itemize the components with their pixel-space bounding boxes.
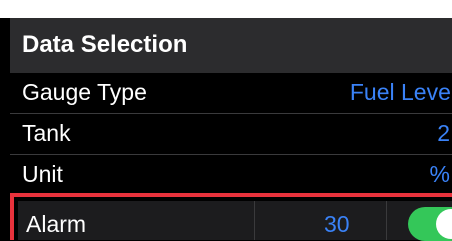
alarm-value-field[interactable]: 30 bbox=[324, 211, 350, 238]
row-gauge-type[interactable]: Gauge Type Fuel Level bbox=[10, 73, 452, 113]
tank-label: Tank bbox=[22, 120, 71, 146]
column-divider bbox=[254, 201, 255, 240]
row-unit[interactable]: Unit % bbox=[10, 155, 452, 195]
status-strip bbox=[0, 0, 452, 18]
unit-label: Unit bbox=[22, 161, 63, 187]
section-title: Data Selection bbox=[22, 31, 188, 58]
gauge-type-value[interactable]: Fuel Level bbox=[350, 79, 452, 106]
tank-value[interactable]: 2 bbox=[437, 120, 450, 147]
alarm-toggle[interactable] bbox=[408, 207, 452, 241]
alarm-label: Alarm bbox=[26, 211, 87, 237]
unit-value[interactable]: % bbox=[430, 161, 450, 188]
gauge-type-label: Gauge Type bbox=[22, 79, 147, 105]
column-divider bbox=[386, 201, 387, 240]
alarm-highlight: Alarm 30 bbox=[10, 193, 452, 241]
section-header: Data Selection bbox=[10, 18, 452, 73]
row-alarm: Alarm 30 bbox=[18, 201, 452, 241]
row-tank[interactable]: Tank 2 bbox=[10, 114, 452, 154]
toggle-knob bbox=[436, 209, 452, 239]
